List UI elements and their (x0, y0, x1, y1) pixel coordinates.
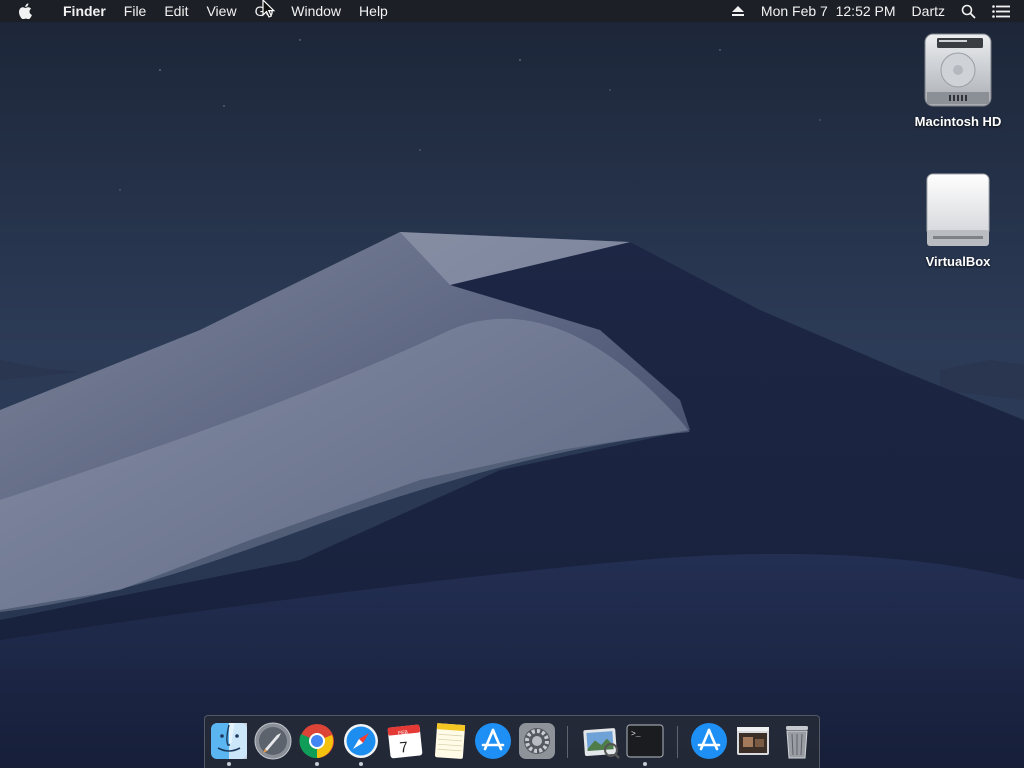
terminal-prompt: >_ (631, 730, 641, 739)
menu-bar: Finder File Edit View Go Window Help Mon… (0, 0, 1024, 22)
menu-file[interactable]: File (115, 0, 156, 22)
desktop-icon-virtualbox[interactable]: VirtualBox (908, 170, 1008, 269)
dock-item-preview[interactable] (581, 721, 621, 761)
notes-icon (434, 723, 466, 759)
dock-item-trash[interactable] (777, 721, 817, 761)
dock-item-safari[interactable] (341, 721, 381, 761)
dock-separator (567, 726, 568, 758)
dock-item-notes[interactable] (429, 721, 469, 761)
safari-icon (344, 724, 378, 758)
menu-app-finder[interactable]: Finder (54, 0, 115, 22)
terminal-icon: >_ (626, 724, 664, 758)
desktop-icon-label: Macintosh HD (914, 114, 1002, 129)
app-store-icon (475, 723, 511, 759)
calendar-day: 7 (399, 739, 409, 757)
trash-icon (786, 726, 808, 759)
menu-edit[interactable]: Edit (155, 0, 197, 22)
system-preferences-icon (519, 723, 555, 759)
launchpad-icon (254, 722, 292, 760)
downloads-stack-icon (737, 727, 769, 755)
wallpaper (0, 0, 1024, 768)
running-indicator (359, 762, 363, 766)
dock-item-downloads-stack[interactable] (733, 721, 773, 761)
preview-icon (583, 728, 620, 759)
dock-item-finder[interactable] (209, 721, 249, 761)
running-indicator (643, 762, 647, 766)
notification-center-icon[interactable] (984, 4, 1024, 18)
finder-icon (211, 723, 247, 759)
dock-item-system-preferences[interactable] (517, 721, 557, 761)
menu-view[interactable]: View (197, 0, 245, 22)
dock-item-terminal[interactable]: >_ (625, 721, 665, 761)
running-indicator (227, 762, 231, 766)
dock-item-app-store[interactable] (473, 721, 513, 761)
chrome-icon (299, 724, 334, 759)
dock-item-launchpad[interactable] (253, 721, 293, 761)
calendar-icon: FEB 7 (387, 724, 423, 759)
calendar-month: FEB (398, 730, 409, 737)
dock-item-applications-folder[interactable] (689, 721, 729, 761)
eject-icon[interactable] (723, 5, 753, 17)
menu-clock[interactable]: Mon Feb 7 12:52 PM (753, 0, 904, 22)
menu-user[interactable]: Dartz (904, 0, 953, 22)
dock-item-chrome[interactable] (297, 721, 337, 761)
desktop-icon-macintosh-hd[interactable]: Macintosh HD (908, 30, 1008, 129)
mouse-cursor-icon (262, 0, 276, 18)
menu-help[interactable]: Help (350, 0, 397, 22)
desktop[interactable]: Finder File Edit View Go Window Help Mon… (0, 0, 1024, 768)
apple-icon[interactable] (18, 0, 38, 22)
desktop-icon-label: VirtualBox (925, 254, 991, 269)
spotlight-search-icon[interactable] (953, 4, 984, 19)
running-indicator (315, 762, 319, 766)
dock-separator (677, 726, 678, 758)
hard-drive-icon (924, 33, 992, 107)
menu-window[interactable]: Window (282, 0, 350, 22)
applications-folder-icon (691, 723, 727, 759)
dock: FEB 7 >_ (204, 715, 820, 768)
external-drive-icon (926, 173, 990, 246)
dock-item-calendar[interactable]: FEB 7 (385, 721, 425, 761)
